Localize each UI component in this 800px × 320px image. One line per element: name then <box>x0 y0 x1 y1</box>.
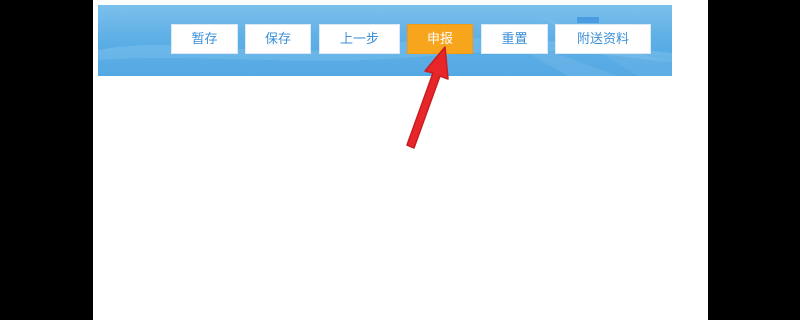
attach-documents-button[interactable]: 附送资料 <box>555 24 651 54</box>
red-arrow-icon <box>406 46 449 149</box>
flag-tab-marker <box>577 17 599 23</box>
previous-step-button[interactable]: 上一步 <box>319 24 400 54</box>
save-button[interactable]: 保存 <box>245 24 311 54</box>
reset-button[interactable]: 重置 <box>481 24 548 54</box>
toolbar-banner: 暂存 保存 上一步 申报 重置 附送资料 <box>98 5 672 76</box>
temp-save-button[interactable]: 暂存 <box>171 24 238 54</box>
